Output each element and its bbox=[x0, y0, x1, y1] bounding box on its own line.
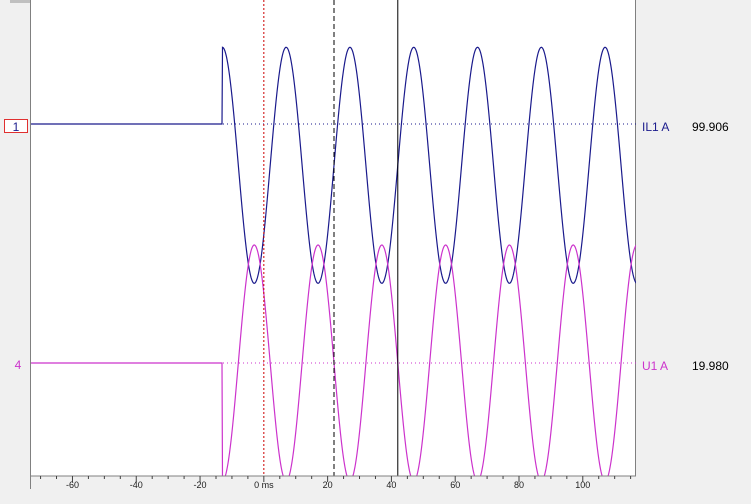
channel-values-panel bbox=[636, 0, 751, 504]
x-tick-label: 100 bbox=[575, 480, 590, 489]
channel-il1-value: 99.906 bbox=[692, 120, 729, 134]
x-tick-label: -60 bbox=[66, 480, 79, 489]
x-tick-label: -40 bbox=[130, 480, 143, 489]
x-tick-label: 40 bbox=[386, 480, 396, 489]
waveform-chart: -60 -40 -20 0 ms 20 40 60 80 100 bbox=[31, 0, 638, 490]
channel-u1-label: U1 A bbox=[642, 359, 669, 373]
x-tick-label: 60 bbox=[450, 480, 460, 489]
waveform-plot-area[interactable]: -60 -40 -20 0 ms 20 40 60 80 100 bbox=[30, 0, 638, 490]
channel-u1-value: 19.980 bbox=[692, 359, 729, 373]
x-tick-label: -20 bbox=[194, 480, 207, 489]
x-tick-label: 0 ms bbox=[254, 480, 274, 489]
channel-1-marker[interactable]: 1 bbox=[4, 119, 28, 134]
x-tick-label: 20 bbox=[323, 480, 333, 489]
channel-4-marker[interactable]: 4 bbox=[10, 358, 26, 372]
x-tick-label: 80 bbox=[514, 480, 524, 489]
channel-marker-panel bbox=[0, 0, 30, 504]
channel-il1-label: IL1 A bbox=[642, 120, 670, 134]
x-axis-strip bbox=[31, 476, 637, 489]
